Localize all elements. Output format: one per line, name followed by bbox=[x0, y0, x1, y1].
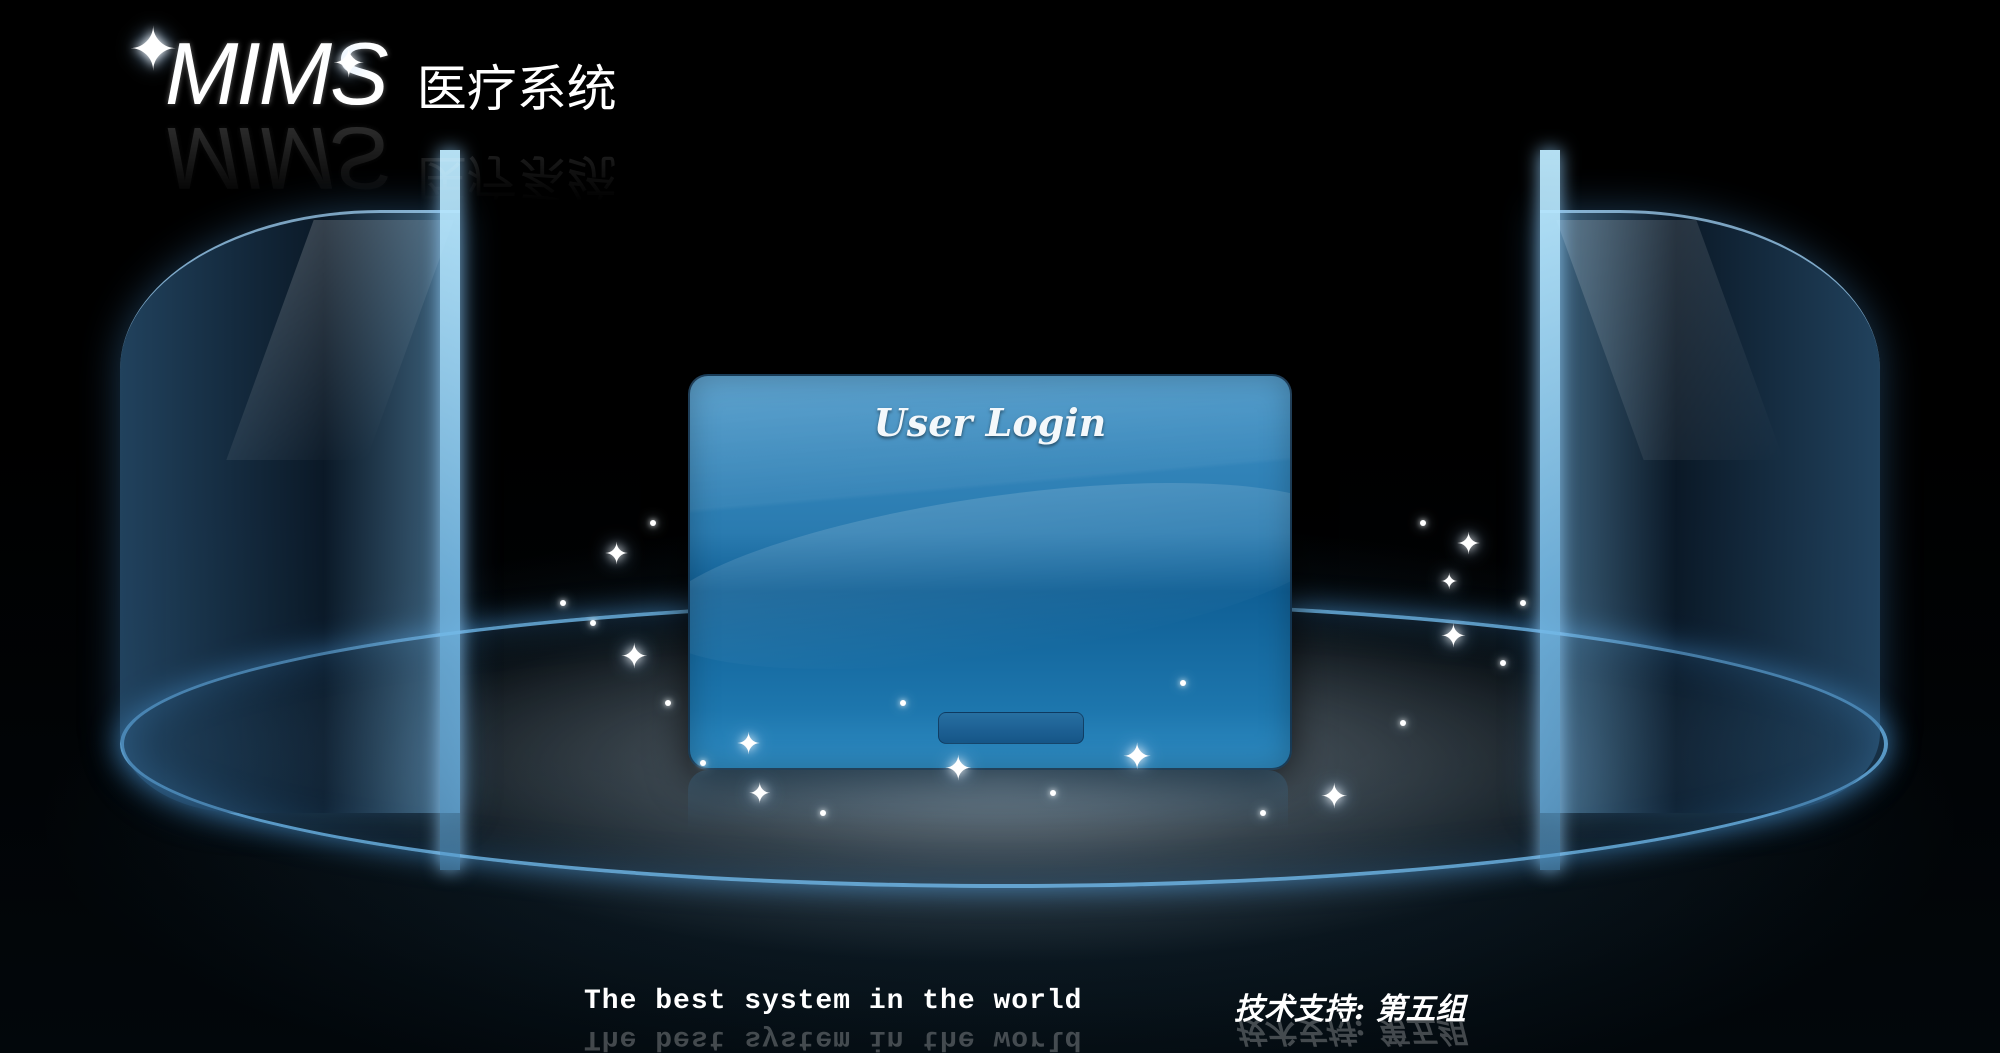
sparkle-icon: ✦ bbox=[332, 41, 366, 87]
sparkle-icon: ✦ bbox=[1122, 737, 1153, 778]
sparkle-icon: ✦ bbox=[1440, 617, 1467, 655]
sparkle-icon: ✦ bbox=[604, 537, 630, 572]
footer-slogan: The best system in the world bbox=[584, 986, 1083, 1017]
right-glass-wall bbox=[1540, 150, 1880, 870]
login-title: User Login bbox=[873, 400, 1107, 445]
sparkle-dot bbox=[1500, 660, 1506, 666]
sparkle-icon: ✦ bbox=[1456, 527, 1482, 562]
sparkle-icon: ✦ bbox=[620, 637, 649, 677]
footer-slogan-reflection: The best system in the world bbox=[584, 1023, 1083, 1053]
sparkle-dot bbox=[590, 620, 596, 626]
sparkle-dot bbox=[1420, 520, 1426, 526]
logo: MIMS 医疗系统 bbox=[165, 30, 617, 118]
footer-reflection: The best system in the world 技术支持: 第五组 bbox=[0, 1013, 2000, 1053]
logo-name-reflection: MIMS bbox=[165, 109, 387, 208]
right-glass-pane bbox=[1540, 150, 1560, 870]
sparkle-dot bbox=[1260, 810, 1266, 816]
sparkle-icon: ✦ bbox=[1320, 777, 1349, 817]
sparkle-dot bbox=[820, 810, 826, 816]
footer: The best system in the world 技术支持: 第五组 bbox=[0, 986, 2000, 1027]
left-glass-wall bbox=[120, 150, 460, 870]
sparkle-dot bbox=[700, 760, 706, 766]
sparkle-dot bbox=[1050, 790, 1056, 796]
logo-subtitle-reflection: 医疗系统 bbox=[416, 148, 617, 206]
logo-subtitle: 医疗系统 bbox=[416, 60, 617, 118]
sparkle-dot bbox=[560, 600, 566, 606]
login-scene: MIMS 医疗系统 MIMS 医疗系统 ✦ ✦ User Login ✦ ✦ ✦… bbox=[0, 0, 2000, 1053]
sparkle-dot bbox=[1400, 720, 1406, 726]
login-panel-gloss bbox=[690, 448, 1290, 704]
login-button[interactable] bbox=[938, 712, 1084, 744]
sparkle-icon: ✦ bbox=[736, 727, 762, 762]
sparkle-dot bbox=[1520, 600, 1526, 606]
login-panel-reflection bbox=[688, 770, 1288, 830]
sparkle-icon: ✦ bbox=[748, 777, 772, 810]
sparkle-icon: ✦ bbox=[944, 749, 973, 789]
left-glass-pane bbox=[440, 150, 460, 870]
logo-reflection: MIMS 医疗系统 bbox=[165, 109, 617, 208]
sparkle-dot bbox=[665, 700, 671, 706]
sparkle-dot bbox=[900, 700, 906, 706]
sparkle-dot bbox=[650, 520, 656, 526]
login-panel: User Login bbox=[688, 374, 1292, 770]
footer-support-reflection: 技术支持: 第五组 bbox=[1234, 1013, 1466, 1048]
sparkle-dot bbox=[1180, 680, 1186, 686]
sparkle-icon: ✦ bbox=[128, 15, 179, 85]
sparkle-icon: ✦ bbox=[1440, 570, 1459, 595]
